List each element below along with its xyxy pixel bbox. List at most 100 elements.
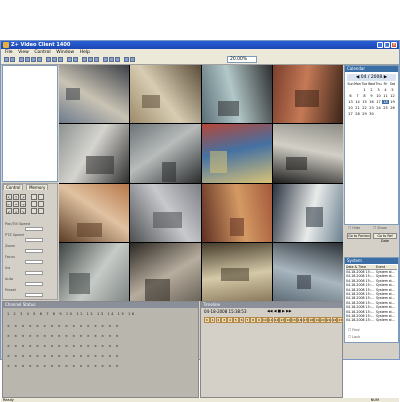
- calendar-day[interactable]: 8: [361, 94, 368, 98]
- calendar-day[interactable]: 29: [361, 112, 368, 116]
- calendar-day[interactable]: 2: [368, 88, 375, 92]
- camera-tile-station-hall[interactable]: [130, 65, 201, 124]
- calendar-day[interactable]: 27: [347, 112, 354, 116]
- calendar-day[interactable]: 1: [361, 88, 368, 92]
- pan-tilt-speed-select[interactable]: [25, 227, 43, 231]
- calendar-day[interactable]: 24: [375, 106, 382, 110]
- col-event[interactable]: Event: [376, 265, 397, 269]
- calendar-day[interactable]: 15: [361, 100, 368, 104]
- layout-1-icon[interactable]: [19, 57, 24, 62]
- ptz-down-right-button[interactable]: ↘: [20, 208, 26, 214]
- hide-checkbox[interactable]: ☐ Hide: [348, 226, 360, 230]
- timeline-hour[interactable]: 9: [256, 317, 262, 323]
- print-icon[interactable]: [58, 57, 63, 62]
- iris-select[interactable]: [25, 271, 43, 275]
- audio-icon[interactable]: [124, 57, 129, 62]
- zoom-field[interactable]: 20.00%: [227, 56, 257, 63]
- calendar-day[interactable]: 19: [389, 100, 396, 104]
- camera-tile-escalator-mall[interactable]: [201, 65, 272, 124]
- ptz-right-button[interactable]: →: [20, 201, 26, 207]
- timeline-hour[interactable]: 2: [215, 317, 222, 323]
- play-icon[interactable]: ▶: [282, 309, 285, 313]
- ptz-up-button[interactable]: ↑: [13, 194, 19, 200]
- calendar-day[interactable]: 23: [368, 106, 375, 110]
- camera-tile-lobby-chairs[interactable]: [272, 65, 343, 124]
- col-datetime[interactable]: Date & Time: [346, 265, 376, 269]
- focus-select[interactable]: [25, 260, 43, 264]
- settings-icon[interactable]: [73, 57, 78, 62]
- ptz-home-button[interactable]: •: [13, 201, 19, 207]
- timeline-hour[interactable]: 10: [262, 317, 268, 323]
- calendar-day[interactable]: 13: [347, 100, 354, 104]
- layout-16-icon[interactable]: [37, 57, 42, 62]
- focus-near-button[interactable]: [31, 201, 37, 207]
- camera-tile-shopping-floor[interactable]: [130, 242, 201, 301]
- calendar-day[interactable]: 10: [375, 94, 382, 98]
- close-button[interactable]: ×: [391, 42, 397, 48]
- maximize-button[interactable]: □: [384, 42, 390, 48]
- calendar-day[interactable]: 21: [354, 106, 361, 110]
- camera-tile-warehouse-interior[interactable]: [201, 242, 272, 301]
- calendar-day[interactable]: 6: [347, 94, 354, 98]
- minimize-button[interactable]: _: [377, 42, 383, 48]
- iris-open-button[interactable]: [31, 208, 37, 214]
- timeline-hour[interactable]: 13: [279, 317, 285, 323]
- calendar-day[interactable]: 11: [382, 94, 389, 98]
- step-back-icon[interactable]: ◀: [274, 309, 277, 313]
- next-month-icon[interactable]: ▶: [384, 75, 387, 80]
- show-checkbox[interactable]: ☐ Show: [373, 226, 387, 230]
- full-screen-icon[interactable]: [115, 57, 120, 62]
- camera-tile-parking-street[interactable]: [130, 124, 201, 183]
- camera-tile-airport-check[interactable]: [272, 242, 343, 301]
- calendar-day[interactable]: 28: [354, 112, 361, 116]
- calendar-day[interactable]: 16: [368, 100, 375, 104]
- timeline-hour[interactable]: 1: [209, 317, 216, 323]
- timeline-hour[interactable]: 19: [314, 317, 320, 323]
- zoom-in-button[interactable]: [31, 194, 37, 200]
- timeline-hour[interactable]: 22: [331, 317, 338, 323]
- rewind-icon[interactable]: ◀◀: [267, 309, 273, 313]
- go-to-ref-date-button[interactable]: Go to Ref Date: [373, 233, 397, 243]
- camera-tile-interior-office[interactable]: [59, 183, 130, 242]
- search-icon[interactable]: [67, 57, 72, 62]
- zoom-out-button[interactable]: [38, 194, 44, 200]
- calendar-day[interactable]: 14: [354, 100, 361, 104]
- fast-forward-icon[interactable]: ▶▶: [286, 309, 292, 313]
- timeline-hour[interactable]: 12: [273, 317, 280, 323]
- auto-select[interactable]: [25, 282, 43, 286]
- layout-4-icon[interactable]: [25, 57, 30, 62]
- focus-far-button[interactable]: [38, 201, 44, 207]
- calendar-day[interactable]: 26: [389, 106, 396, 110]
- timeline-hour[interactable]: 3: [221, 317, 227, 323]
- timeline-hour[interactable]: 5: [233, 317, 239, 323]
- lock-checkbox[interactable]: ☐ Lock: [348, 335, 360, 339]
- tab-control[interactable]: Control: [3, 184, 24, 190]
- go-to-portion-button[interactable]: Go to Portion: [347, 233, 371, 239]
- prev-month-icon[interactable]: ◀: [356, 75, 359, 80]
- calendar-day[interactable]: 7: [354, 94, 361, 98]
- layout-9-icon[interactable]: [31, 57, 36, 62]
- zoom-in-icon[interactable]: [103, 57, 108, 62]
- zoom-out-icon[interactable]: [109, 57, 114, 62]
- timeline-hour[interactable]: 23: [337, 317, 343, 323]
- calendar-day[interactable]: 4: [382, 88, 389, 92]
- camera-tile-plaza-people[interactable]: [272, 124, 343, 183]
- ptz-speed-select[interactable]: [25, 238, 43, 242]
- timeline-hour[interactable]: 18: [308, 317, 314, 323]
- calendar-day[interactable]: 25: [382, 106, 389, 110]
- ptz-up-left-button[interactable]: ↖: [6, 194, 12, 200]
- ptz-left-button[interactable]: ←: [6, 201, 12, 207]
- calendar-day[interactable]: 30: [368, 112, 375, 116]
- ptz-down-left-button[interactable]: ↙: [6, 208, 12, 214]
- camera-tile-container-yard[interactable]: [201, 124, 272, 183]
- find-checkbox[interactable]: ☐ Find: [348, 328, 359, 332]
- calendar-day[interactable]: 18: [382, 100, 389, 104]
- stop-icon[interactable]: [88, 57, 93, 62]
- camera-tile-highway[interactable]: [59, 242, 130, 301]
- table-row[interactable]: 04-18-2008 15:... System st...: [346, 318, 397, 322]
- tab-memory[interactable]: Memory: [26, 184, 49, 190]
- calendar-day[interactable]: 5: [389, 88, 396, 92]
- timeline-hour[interactable]: 6: [238, 317, 245, 323]
- connect-icon[interactable]: [4, 57, 9, 62]
- ptz-up-right-button[interactable]: ↗: [20, 194, 26, 200]
